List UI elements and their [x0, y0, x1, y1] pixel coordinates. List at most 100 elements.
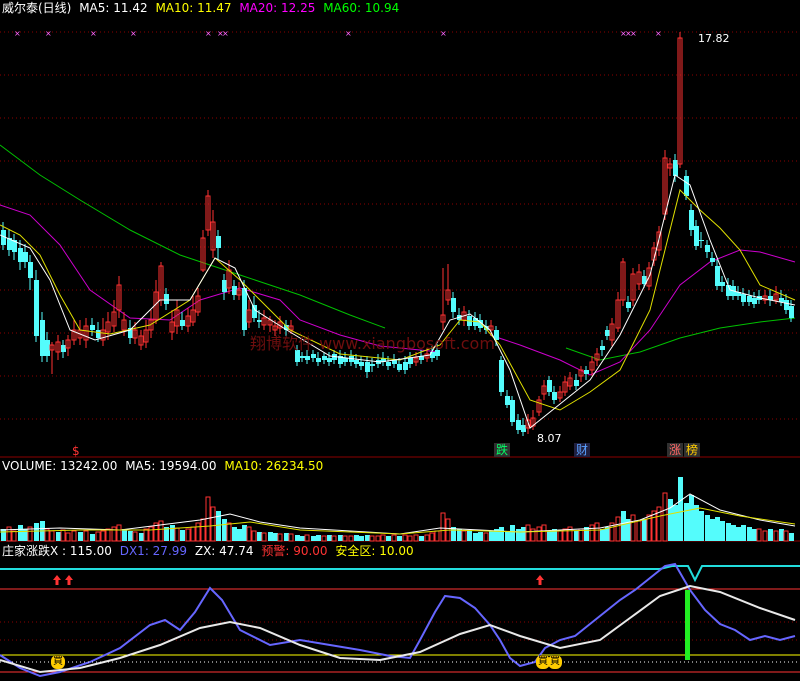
- up-arrow-icon: [536, 575, 544, 585]
- volume-bar: [699, 511, 704, 541]
- volume-bar: [391, 534, 397, 542]
- volume-bar: [316, 535, 321, 541]
- volume-bar: [783, 530, 789, 542]
- volume-bar: [478, 532, 483, 541]
- volume-bar: [232, 527, 237, 541]
- zx-line: [0, 584, 796, 674]
- candle-body: [40, 320, 45, 356]
- candle-body: [359, 362, 364, 366]
- volume-bar: [304, 534, 310, 542]
- volume-bar: [434, 530, 440, 542]
- volume-bar: [1, 529, 6, 541]
- signal-marker: ×: [630, 29, 637, 38]
- candle-body: [516, 420, 521, 430]
- volume-bar: [642, 519, 647, 541]
- signal-marker: ×: [440, 29, 447, 38]
- candle-body: [547, 380, 552, 392]
- volume-bar: [6, 526, 12, 542]
- up-arrow-icon: [53, 575, 61, 585]
- indicator-zx-value: ZX: 47.74: [194, 544, 254, 558]
- volume-bar: [694, 505, 699, 541]
- ma20-value: MA20: 12.25: [239, 1, 316, 15]
- candle-body: [720, 282, 725, 286]
- candle-body: [34, 280, 39, 336]
- event-list-badge[interactable]: 榜: [684, 443, 701, 457]
- volume-bar: [720, 521, 725, 541]
- candle-body: [386, 362, 391, 366]
- volume-bar: [195, 522, 201, 542]
- candle-body: [789, 306, 794, 318]
- event-finance-badge[interactable]: 财: [574, 443, 591, 457]
- price-panel-header: 威尔泰(日线) MA5: 11.42 MA10: 11.47 MA20: 12.…: [2, 0, 403, 16]
- up-arrow-icon: [65, 575, 73, 585]
- volume-bar: [359, 536, 364, 541]
- candle-body: [397, 364, 402, 370]
- candle-body: [300, 356, 305, 358]
- candle-body: [451, 298, 456, 312]
- volume-bar: [354, 535, 359, 541]
- volume-value: VOLUME: 13242.00: [2, 459, 118, 473]
- volume-bar: [621, 511, 626, 541]
- volume-bar: [139, 533, 144, 541]
- candlesticks[interactable]: [1, 32, 794, 436]
- candle-body: [552, 392, 557, 400]
- volume-bar: [90, 534, 95, 541]
- event-fall-badge[interactable]: 跌: [494, 443, 511, 457]
- volume-bar: [525, 524, 531, 542]
- volume-bar: [756, 528, 762, 542]
- volume-bar: [489, 531, 494, 541]
- volume-bar: [467, 531, 472, 541]
- candle-body: [232, 286, 237, 295]
- volume-bar: [122, 529, 127, 541]
- candle-body: [699, 240, 704, 241]
- indicator-dx1-value: DX1: 27.99: [119, 544, 188, 558]
- volume-bar: [268, 532, 273, 541]
- candle-body: [28, 262, 33, 278]
- candle-body: [180, 320, 185, 326]
- volume-bar: [516, 529, 521, 541]
- volume-bar: [251, 530, 257, 542]
- volume-bar: [541, 524, 547, 542]
- volume-bar: [284, 533, 289, 541]
- candle-body: [710, 258, 715, 262]
- watermark: 翔博软件 www.xiangbosoft.com: [250, 334, 495, 353]
- volume-bar: [536, 526, 542, 542]
- buy-marker-3[interactable]: 買: [548, 655, 562, 669]
- volume-bar: [505, 531, 510, 541]
- event-dollar-badge[interactable]: $: [70, 444, 82, 458]
- ma60-path: [565, 317, 796, 361]
- volume-bar: [589, 524, 595, 542]
- buy-marker-1[interactable]: 買: [51, 655, 65, 669]
- candle-body: [252, 305, 257, 318]
- candle-body: [521, 425, 526, 432]
- volume-bar: [300, 536, 305, 541]
- candle-body: [574, 380, 579, 386]
- volume-bar: [60, 529, 66, 542]
- indicator-warning-value: 预警: 90.00: [261, 544, 328, 558]
- candle-body: [626, 302, 631, 308]
- volume-bar: [741, 525, 746, 541]
- volume-bar: [105, 528, 111, 542]
- candle-body: [673, 160, 678, 176]
- volume-bar: [499, 527, 504, 541]
- volume-bar: [158, 520, 164, 542]
- volume-bar: [78, 532, 83, 541]
- candle-body: [216, 236, 221, 248]
- volume-bar: [327, 535, 332, 541]
- volume-bar: [71, 530, 77, 542]
- volume-bar: [779, 529, 784, 541]
- volume-bar: [752, 529, 757, 541]
- volume-bar: [424, 534, 430, 542]
- volume-bar: [143, 528, 149, 542]
- indicator-panel-header: 庄家涨跌X : 115.00 DX1: 27.99 ZX: 47.74 预警: …: [2, 543, 418, 559]
- indicator-lines: [0, 562, 800, 678]
- volume-bar: [630, 514, 636, 542]
- volume-ma5-value: MA5: 19594.00: [125, 459, 217, 473]
- volume-bar: [321, 535, 327, 542]
- candle-body: [584, 370, 589, 374]
- signal-marker: ×: [655, 29, 662, 38]
- event-rise-badge[interactable]: 涨: [667, 443, 684, 457]
- volume-bars[interactable]: [0, 477, 796, 542]
- volume-bar: [375, 535, 381, 542]
- volume-bar: [128, 531, 133, 541]
